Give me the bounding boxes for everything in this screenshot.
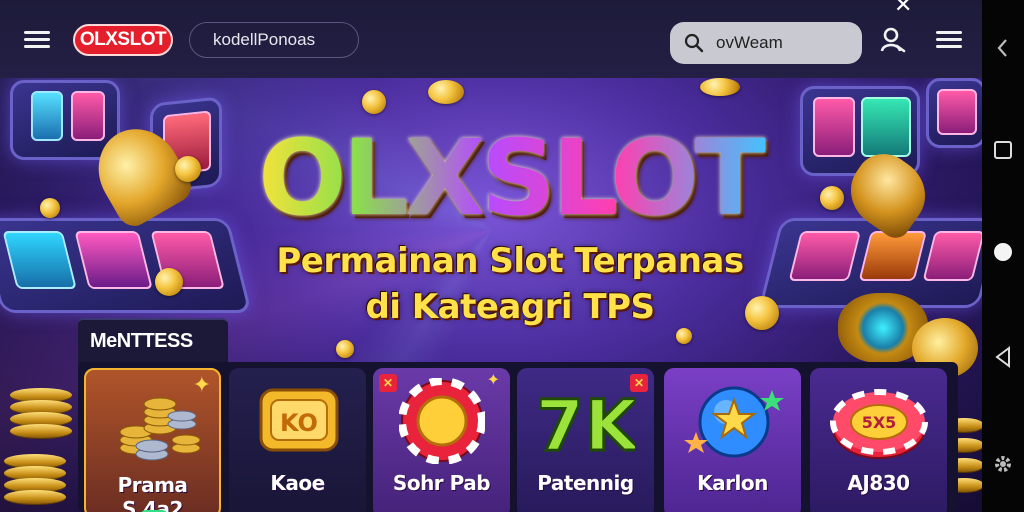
gold-ticket-icon: KO — [259, 388, 339, 452]
hero-text-block: OLXSLOT Permainan Slot Terpanas di Katea… — [250, 118, 770, 330]
url-pill[interactable]: kodellPonoas — [189, 22, 359, 58]
game-card[interactable]: 5X5 AJ830 — [810, 368, 947, 512]
game-card-label: Kaoe — [270, 471, 325, 495]
game-card[interactable]: Karlon — [664, 368, 801, 512]
game-card[interactable]: KO Kaoe — [229, 368, 366, 512]
top-bar: OLXSLOT kodellPonoas ovWeam ✕ — [0, 0, 982, 78]
game-card[interactable]: ✕ 7K Patennig — [517, 368, 654, 512]
section-tab[interactable]: MeNTTESS — [78, 318, 228, 366]
recents-square-icon[interactable] — [991, 138, 1015, 162]
settings-gear-icon[interactable] — [991, 452, 1015, 476]
game-card-label: Karlon — [697, 471, 768, 495]
badge-icon: ✕ — [379, 374, 397, 392]
coin — [336, 340, 354, 358]
hero-subtitle-line2: di Kateagri TPS — [365, 287, 655, 327]
svg-text:7K: 7K — [539, 385, 635, 466]
home-circle-icon[interactable] — [991, 240, 1015, 264]
coin — [175, 156, 201, 182]
search-input[interactable]: ovWeam — [670, 22, 862, 64]
game-card-label: Patennig — [537, 471, 634, 495]
roulette-chip-icon — [399, 378, 485, 464]
coin — [40, 198, 60, 218]
coin — [428, 80, 464, 104]
coin — [155, 268, 183, 296]
slot-machine-right-edge — [926, 78, 982, 148]
coin — [362, 90, 386, 114]
game-card[interactable]: ✕ ✦ Sohr Pab — [373, 368, 510, 512]
close-icon[interactable]: ✕ — [894, 0, 912, 18]
search-icon — [684, 33, 704, 53]
svg-text:KO: KO — [280, 409, 318, 437]
svg-text:5X5: 5X5 — [862, 413, 897, 432]
hero-subtitle-line1: Permainan Slot Terpanas — [276, 241, 744, 281]
user-icon[interactable] — [880, 27, 906, 53]
hero-title: OLXSLOT — [250, 118, 770, 238]
slot-machine-left-lower — [0, 218, 252, 313]
coin-stacks-icon — [119, 397, 201, 461]
seven-k-icon: 7K — [539, 384, 635, 467]
game-card[interactable]: ✦ Prama S.4a2 — [84, 368, 221, 512]
sparkle-icon: ✦ — [192, 372, 211, 397]
options-menu-icon[interactable] — [936, 29, 962, 51]
menu-icon[interactable] — [24, 29, 50, 51]
game-card-label: Prama S.4a2 — [117, 473, 188, 512]
poker-chip-icon: 5X5 — [830, 389, 928, 459]
coin-stack-left — [4, 378, 78, 512]
coin — [820, 186, 844, 210]
site-logo[interactable]: OLXSLOT — [73, 24, 173, 56]
system-nav-bar — [982, 0, 1024, 512]
game-card-label: Sohr Pab — [392, 471, 491, 495]
star-globe-icon — [684, 386, 784, 458]
coin — [700, 78, 740, 96]
game-card-label: AJ830 — [847, 471, 910, 495]
back-chevron-icon[interactable] — [991, 36, 1015, 60]
sparkle-icon: ✦ — [486, 372, 500, 389]
coin — [676, 328, 692, 344]
back-triangle-icon[interactable] — [991, 345, 1015, 369]
search-placeholder: ovWeam — [716, 33, 783, 52]
